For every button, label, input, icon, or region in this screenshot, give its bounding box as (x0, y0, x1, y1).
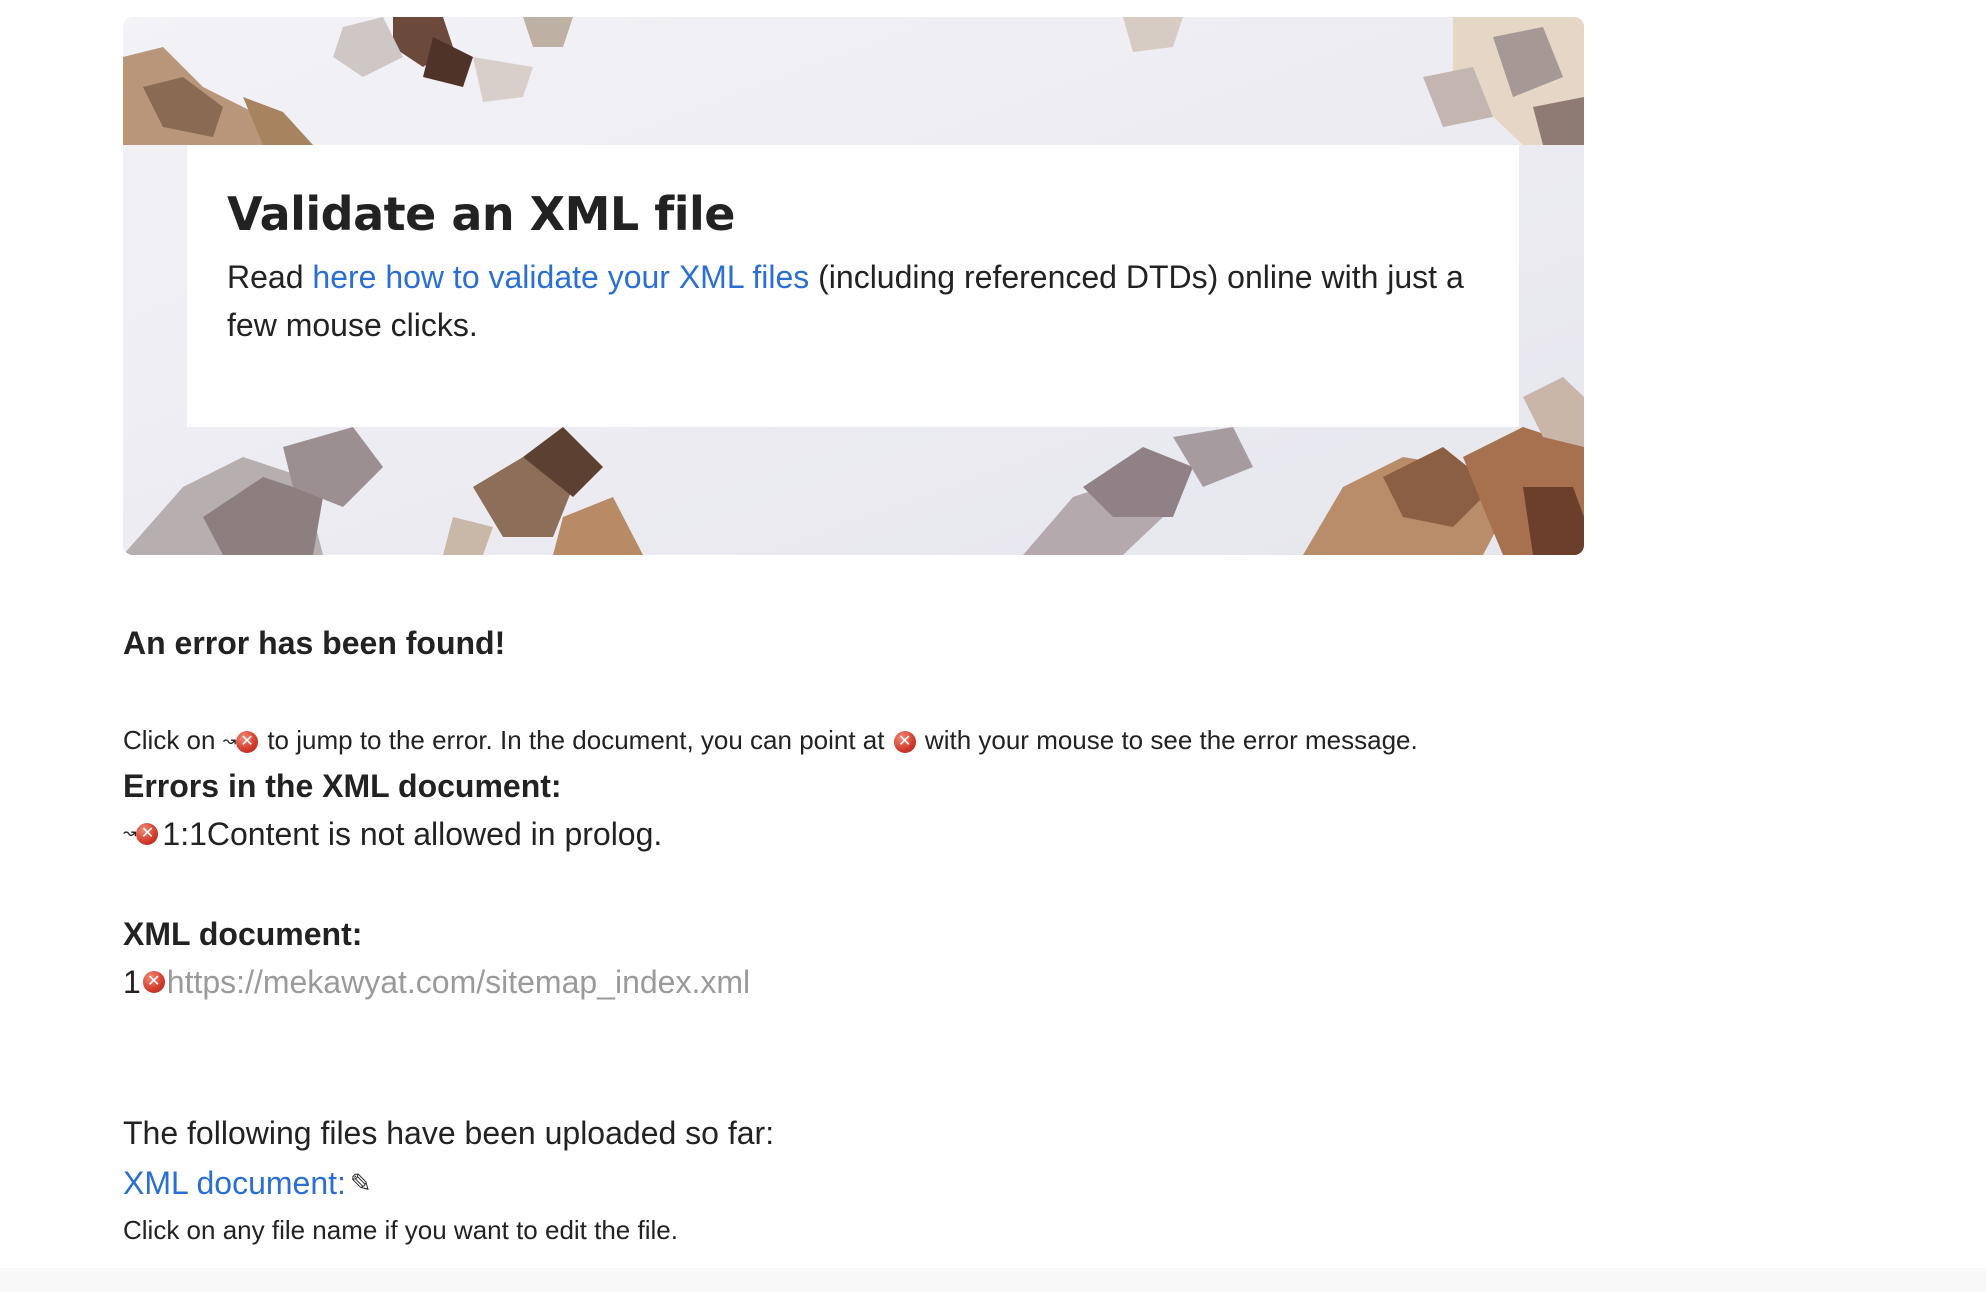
hint-part-1: Click on (123, 725, 223, 755)
jump-arrow-icon: ↝ (222, 733, 237, 751)
uploaded-files-intro: The following files have been uploaded s… (123, 1115, 775, 1151)
xml-document-file-link[interactable]: XML document: (123, 1158, 346, 1208)
hint-part-2: to jump to the error. In the document, y… (260, 725, 892, 755)
error-x-icon[interactable]: ✕ (142, 971, 165, 993)
error-x-icon: ✕ (236, 731, 259, 754)
edit-files-note: Click on any file name if you want to ed… (123, 1215, 678, 1245)
hero-card: Validate an XML file Read here how to va… (187, 145, 1519, 427)
validation-result: An error has been found! Click on ↝ ✕ to … (123, 618, 1823, 1245)
file-link-row: XML document: ✎ (123, 1158, 774, 1208)
hero-banner: Validate an XML file Read here how to va… (123, 17, 1584, 555)
hero-lead: Read here how to validate your XML files… (227, 253, 1479, 349)
document-section: XML document: 1 ✕ https://mekawyat.com/s… (123, 911, 750, 1007)
error-hint: Click on ↝ ✕ to jump to the error. In the… (123, 720, 1418, 762)
page-title: Validate an XML file (227, 187, 735, 241)
error-message: Content is not allowed in prolog. (206, 816, 663, 852)
error-x-icon: ✕ (893, 731, 916, 754)
code-line: 1 ✕ https://mekawyat.com/sitemap_index.x… (123, 957, 750, 1007)
validation-guide-link[interactable]: here how to validate your XML files (312, 259, 809, 295)
error-found-heading: An error has been found! (123, 625, 506, 661)
lead-prefix: Read (227, 259, 313, 295)
errors-heading: Errors in the XML document: (123, 768, 562, 804)
error-x-icon[interactable]: ✕ (136, 823, 159, 845)
document-heading: XML document: (123, 916, 363, 952)
pencil-icon[interactable]: ✎ (350, 1158, 372, 1208)
error-list-item: ↝ ✕ 1:1 Content is not allowed in prolog. (123, 809, 662, 859)
jump-arrow-icon[interactable]: ↝ (123, 809, 136, 859)
errors-section: Errors in the XML document: ↝ ✕ 1:1 Conte… (123, 763, 662, 859)
error-position: 1:1 (162, 816, 207, 852)
uploaded-files-section: The following files have been uploaded s… (123, 1108, 774, 1252)
line-number: 1 (123, 964, 141, 1000)
page-bottom-strip (0, 1268, 1986, 1292)
code-line-text: https://mekawyat.com/sitemap_index.xml (166, 964, 751, 1000)
hint-part-3: with your mouse to see the error message… (917, 725, 1418, 755)
